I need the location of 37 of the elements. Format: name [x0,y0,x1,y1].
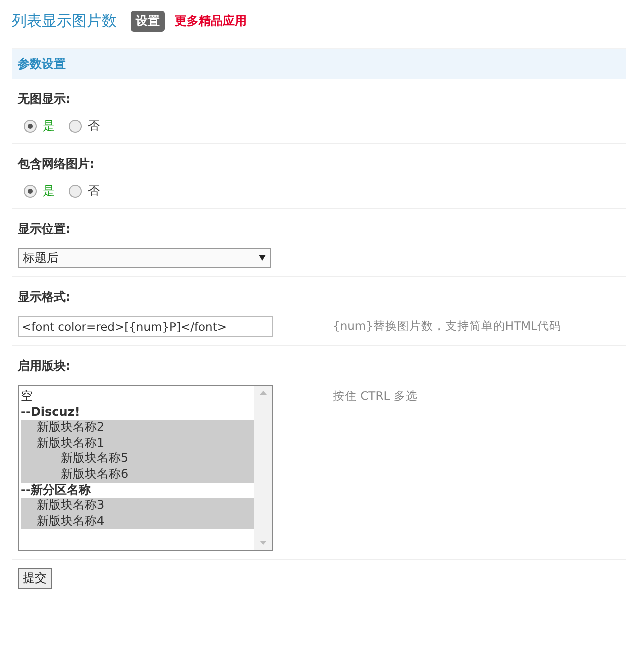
dropdown-arrow-icon [259,255,266,261]
field-label: 显示位置: [18,221,72,238]
list-option[interactable]: 新版块名称5 [21,451,254,467]
radio-label: 否 [88,183,100,200]
field-label: 无图显示: [18,91,72,108]
section-title: 参数设置 [18,56,66,72]
list-option[interactable]: 新版块名称3 [21,498,254,514]
field-label: 启用版块: [18,358,72,375]
radio-button[interactable] [69,185,82,198]
submit-button[interactable]: 提交 [18,568,52,589]
list-option[interactable]: 新版块名称2 [21,420,254,436]
format-input[interactable]: <font color=red>[{num}P]</font> [18,316,273,337]
radio-option[interactable]: 否 [69,183,100,200]
radio-button[interactable] [24,120,37,133]
list-option[interactable]: 新版块名称6 [21,466,254,483]
radio-option[interactable]: 否 [69,118,100,135]
scroll-up-icon[interactable] [260,391,266,395]
list-option[interactable]: 新版块名称1 [21,436,254,452]
header-tab[interactable]: 设置 [131,10,165,32]
forum-listbox[interactable]: 空 --Discuz! 新版块名称2 新版块名称1 新版块名称5 新版块名称6 --新分区名称 新版块名称3 新版块名称4 [18,385,273,551]
group-label[interactable]: --新分区名称 [21,482,254,498]
radio-button[interactable] [69,120,82,133]
header-tab[interactable]: 更多精品应用 [175,10,247,32]
position-select[interactable]: 标题后 [18,248,271,268]
hint-text: 按住 CTRL 多选 [333,388,418,404]
list-option[interactable]: 空 [21,389,254,405]
radio-label: 是 [43,118,55,135]
list-option[interactable]: 新版块名称4 [21,514,254,530]
radio-label: 否 [88,118,100,135]
field-label: 包含网络图片: [18,156,96,173]
group-label[interactable]: --Discuz! [21,404,254,420]
scroll-down-icon[interactable] [260,541,266,545]
field-label: 显示格式: [18,289,72,306]
hint-text: {num}替换图片数，支持简单的HTML代码 [333,318,562,334]
radio-label: 是 [43,183,55,200]
radio-button[interactable] [24,185,37,198]
page-title: 列表显示图片数 [12,12,117,30]
